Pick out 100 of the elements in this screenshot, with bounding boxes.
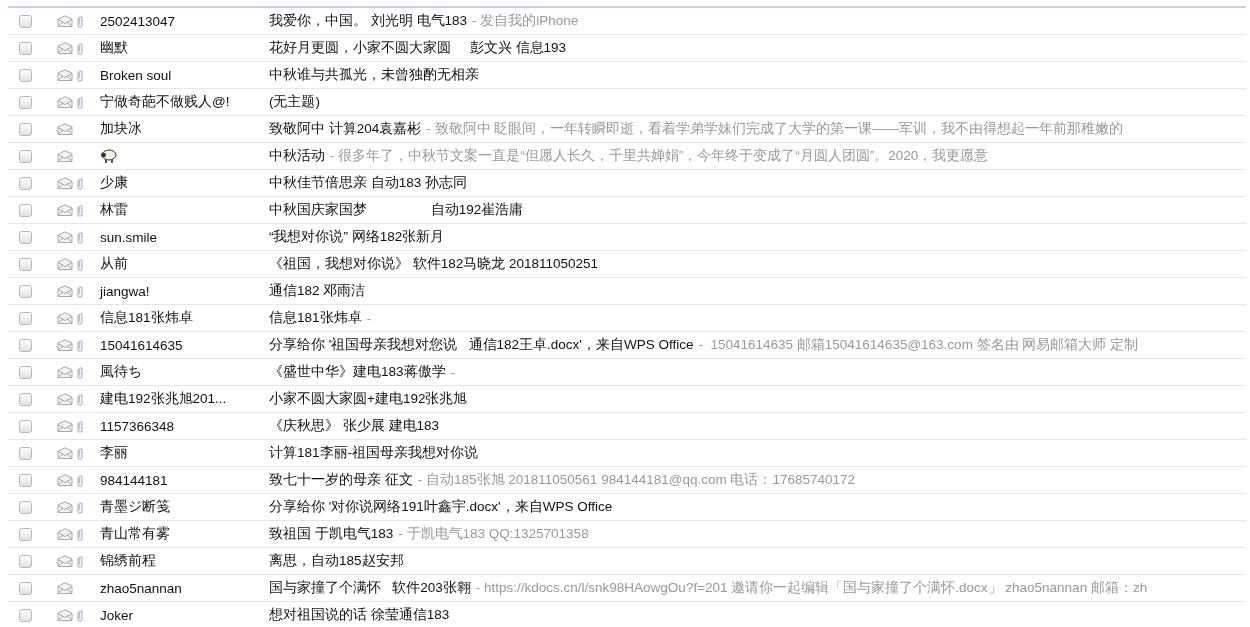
envelope-icon: [57, 42, 73, 54]
email-subject[interactable]: (无主题): [269, 93, 320, 111]
email-subject[interactable]: 想对祖国说的话 徐莹通信183: [269, 606, 450, 624]
email-subject[interactable]: 分享给你 '祖国母亲我想对您说 通信182王卓.docx'，来自WPS Office: [269, 336, 694, 354]
checkbox[interactable]: [19, 554, 32, 568]
checkbox[interactable]: [19, 257, 32, 271]
envelope-icon: [57, 15, 73, 27]
envelope-icon: [57, 123, 73, 135]
checkbox[interactable]: [19, 284, 32, 298]
checkbox[interactable]: [19, 41, 32, 55]
email-subject[interactable]: 《盛世中华》建电183蒋傲学: [269, 363, 446, 381]
checkbox[interactable]: [19, 311, 32, 325]
envelope-icon: [57, 285, 73, 297]
sender-name: 少康: [100, 174, 128, 192]
email-subject[interactable]: 信息181张炜卓: [269, 309, 362, 327]
envelope-icon: [57, 501, 73, 513]
email-subject[interactable]: 中秋国庆家国梦 自动192崔浩庸: [269, 201, 524, 219]
checkbox[interactable]: [19, 14, 32, 28]
envelope-icon: [57, 420, 73, 432]
checkbox[interactable]: [19, 392, 32, 406]
email-subject[interactable]: 国与家撞了个满怀 软件203张翱: [269, 579, 471, 597]
email-subject[interactable]: 中秋活动: [269, 147, 325, 165]
message-preview: -: [366, 310, 372, 326]
email-subject[interactable]: 分享给你 '对你说网络191叶鑫宇.docx'，来自WPS Office: [269, 498, 613, 516]
sender-name: 2502413047: [100, 13, 176, 29]
envelope-icon: [57, 258, 73, 270]
checkbox[interactable]: [19, 68, 32, 82]
sender-name: Joker: [100, 607, 133, 623]
sender-name: Broken soul: [100, 67, 172, 83]
sender-name: 建电192张兆旭201...: [100, 390, 227, 408]
checkbox[interactable]: [19, 473, 32, 487]
sender-name: 幽默: [100, 39, 128, 57]
checkbox[interactable]: [19, 419, 32, 433]
envelope-icon: [57, 204, 73, 216]
email-subject[interactable]: 通信182 邓雨洁: [269, 282, 366, 300]
checkbox[interactable]: [19, 608, 32, 622]
sender-name: 984144181: [100, 472, 168, 488]
envelope-icon: [57, 474, 73, 486]
message-preview: - 很多年了，中秋节文案一直是“但愿人长久，千里共婵娟”，今年终于变成了“月圆人团圆”。2020，我更愿意: [330, 147, 989, 165]
email-subject[interactable]: 致敬阿中 计算204袁嘉彬: [269, 120, 422, 138]
checkbox[interactable]: [19, 527, 32, 541]
sender-name: 15041614635: [100, 337, 183, 353]
sender-name: 从前: [100, 255, 128, 273]
email-subject[interactable]: 我爱你，中国。 刘光明 电气183: [269, 12, 468, 30]
envelope-icon: [57, 609, 73, 621]
email-subject[interactable]: 致祖国 于凯电气183: [269, 525, 394, 543]
email-subject[interactable]: 《庆秋思》 张少展 建电183: [269, 417, 440, 435]
checkbox[interactable]: [19, 230, 32, 244]
email-subject[interactable]: 花好月更圆，小家不圆大家圆 彭文兴 信息193: [269, 39, 567, 57]
checkbox[interactable]: [19, 500, 32, 514]
email-subject[interactable]: 致七十一岁的母亲 征文: [269, 471, 413, 489]
envelope-icon: [57, 528, 73, 540]
sender-name: 加块冰: [100, 120, 142, 138]
envelope-icon: [57, 555, 73, 567]
checkbox[interactable]: [19, 365, 32, 379]
sender-name: zhao5nannan: [100, 580, 182, 596]
checkbox[interactable]: [19, 446, 32, 460]
envelope-icon: [57, 69, 73, 81]
envelope-icon: [57, 447, 73, 459]
email-subject[interactable]: “我想对你说” 网络182张新月: [269, 228, 445, 246]
sender-name: 青山常有雾: [100, 525, 170, 543]
envelope-icon: [57, 177, 73, 189]
message-preview: -: [450, 364, 456, 380]
sender-name: 林雷: [100, 201, 128, 219]
sender-name: 風待ち: [100, 363, 142, 381]
checkbox[interactable]: [19, 95, 32, 109]
email-subject[interactable]: 中秋佳节倍思亲 自动183 孙志同: [269, 174, 468, 192]
envelope-icon: [57, 339, 73, 351]
envelope-icon: [57, 366, 73, 378]
checkbox[interactable]: [19, 122, 32, 136]
envelope-icon: [57, 393, 73, 405]
sender-name: 李丽: [100, 444, 128, 462]
email-subject[interactable]: 离思，自动185赵安邦: [269, 552, 404, 570]
checkbox[interactable]: [19, 581, 32, 595]
email-subject[interactable]: 小家不圆大家圆+建电192张兆旭: [269, 390, 468, 408]
message-preview: - https://kdocs.cn/l/snk98HAowgOu?f=201 邀请你一起编辑「国与家撞了个满怀.docx」 zhao5nannan 邮箱：zh: [475, 579, 1148, 597]
sheep-icon: [100, 148, 117, 164]
sender-name: 青墨ジ断笺: [100, 498, 170, 516]
envelope-icon: [57, 150, 73, 162]
envelope-icon: [57, 312, 73, 324]
email-subject[interactable]: 计算181李丽-祖国母亲我想对你说: [269, 444, 479, 462]
message-preview: - 于凯电气183 QQ:1325701358: [398, 525, 589, 543]
envelope-icon: [57, 582, 73, 594]
checkbox[interactable]: [19, 176, 32, 190]
email-subject[interactable]: 中秋谁与共孤光，未曾独酌无相亲: [269, 66, 479, 84]
sender-name: jiangwa!: [100, 283, 150, 299]
email-subject[interactable]: 《祖国，我想对你说》 软件182马晓龙 201811050251: [269, 255, 599, 273]
checkbox[interactable]: [19, 338, 32, 352]
envelope-icon: [57, 96, 73, 108]
message-preview: - 自动185张旭 201811050561 984144181@qq.com 电话：17685740172: [417, 471, 856, 489]
message-preview: - 致敬阿中 眨眼间，一年转瞬即逝，看着学弟学妹们完成了大学的第一课——军训，我不由得想起一年前那稚嫩的: [426, 120, 1124, 138]
sender-name: 锦绣前程: [100, 552, 156, 570]
checkbox[interactable]: [19, 203, 32, 217]
sender-name: sun.smile: [100, 229, 158, 245]
sender-name: 信息181张炜卓: [100, 309, 193, 327]
checkbox[interactable]: [19, 149, 32, 163]
message-preview: - 15041614635 邮箱15041614635@163.com 签名由 网易邮箱大师 定制: [698, 336, 1139, 354]
sender-name: 宁做奇葩不做贱人@!: [100, 93, 230, 111]
sender-name: 1157366348: [100, 418, 175, 434]
message-preview: - 发自我的iPhone: [472, 12, 579, 30]
